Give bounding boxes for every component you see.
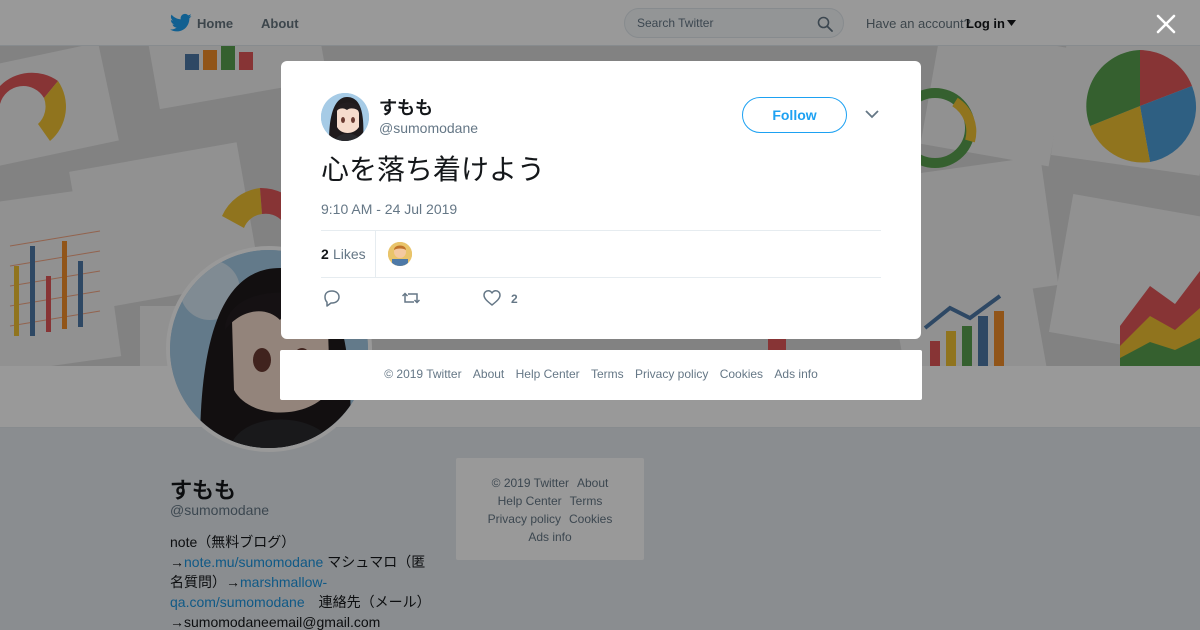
like-action-count: 2 (511, 292, 518, 306)
chevron-down-icon[interactable] (865, 109, 879, 119)
retweet-icon[interactable] (402, 289, 420, 307)
modal-footer-cookies-link[interactable]: Cookies (720, 367, 763, 381)
follow-button[interactable]: Follow (742, 97, 847, 133)
modal-footer-help-link[interactable]: Help Center (516, 367, 580, 381)
tweet-author-handle[interactable]: @sumomodane (379, 120, 478, 136)
liker-avatar[interactable] (388, 242, 412, 266)
modal-footer: © 2019 Twitter About Help Center Terms P… (280, 350, 922, 400)
tweet-modal: すもも @sumomodane Follow 心を落ち着けよう 9:10 AM … (281, 61, 921, 339)
modal-footer-ads-link[interactable]: Ads info (774, 367, 817, 381)
modal-footer-terms-link[interactable]: Terms (591, 367, 624, 381)
modal-footer-privacy-link[interactable]: Privacy policy (635, 367, 708, 381)
heart-icon[interactable] (483, 289, 501, 307)
likes-stat[interactable]: 2 Likes (321, 231, 376, 277)
tweet-stats: 2 Likes (321, 230, 881, 278)
close-icon[interactable] (1155, 13, 1177, 35)
reply-icon[interactable] (323, 289, 341, 307)
tweet-actions: 2 (321, 289, 881, 309)
liker-avatar-image (388, 242, 412, 266)
likes-count: 2 (321, 246, 329, 262)
tweet-author-name[interactable]: すもも (379, 94, 433, 120)
tweet-author-avatar-image (321, 93, 369, 141)
tweet-author-avatar[interactable] (321, 93, 369, 141)
tweet-timestamp[interactable]: 9:10 AM - 24 Jul 2019 (321, 201, 457, 217)
modal-footer-about-link[interactable]: About (473, 367, 504, 381)
modal-footer-copyright: © 2019 Twitter (384, 367, 462, 381)
tweet-text: 心を落ち着けよう (321, 153, 546, 186)
likes-label: Likes (333, 246, 366, 262)
